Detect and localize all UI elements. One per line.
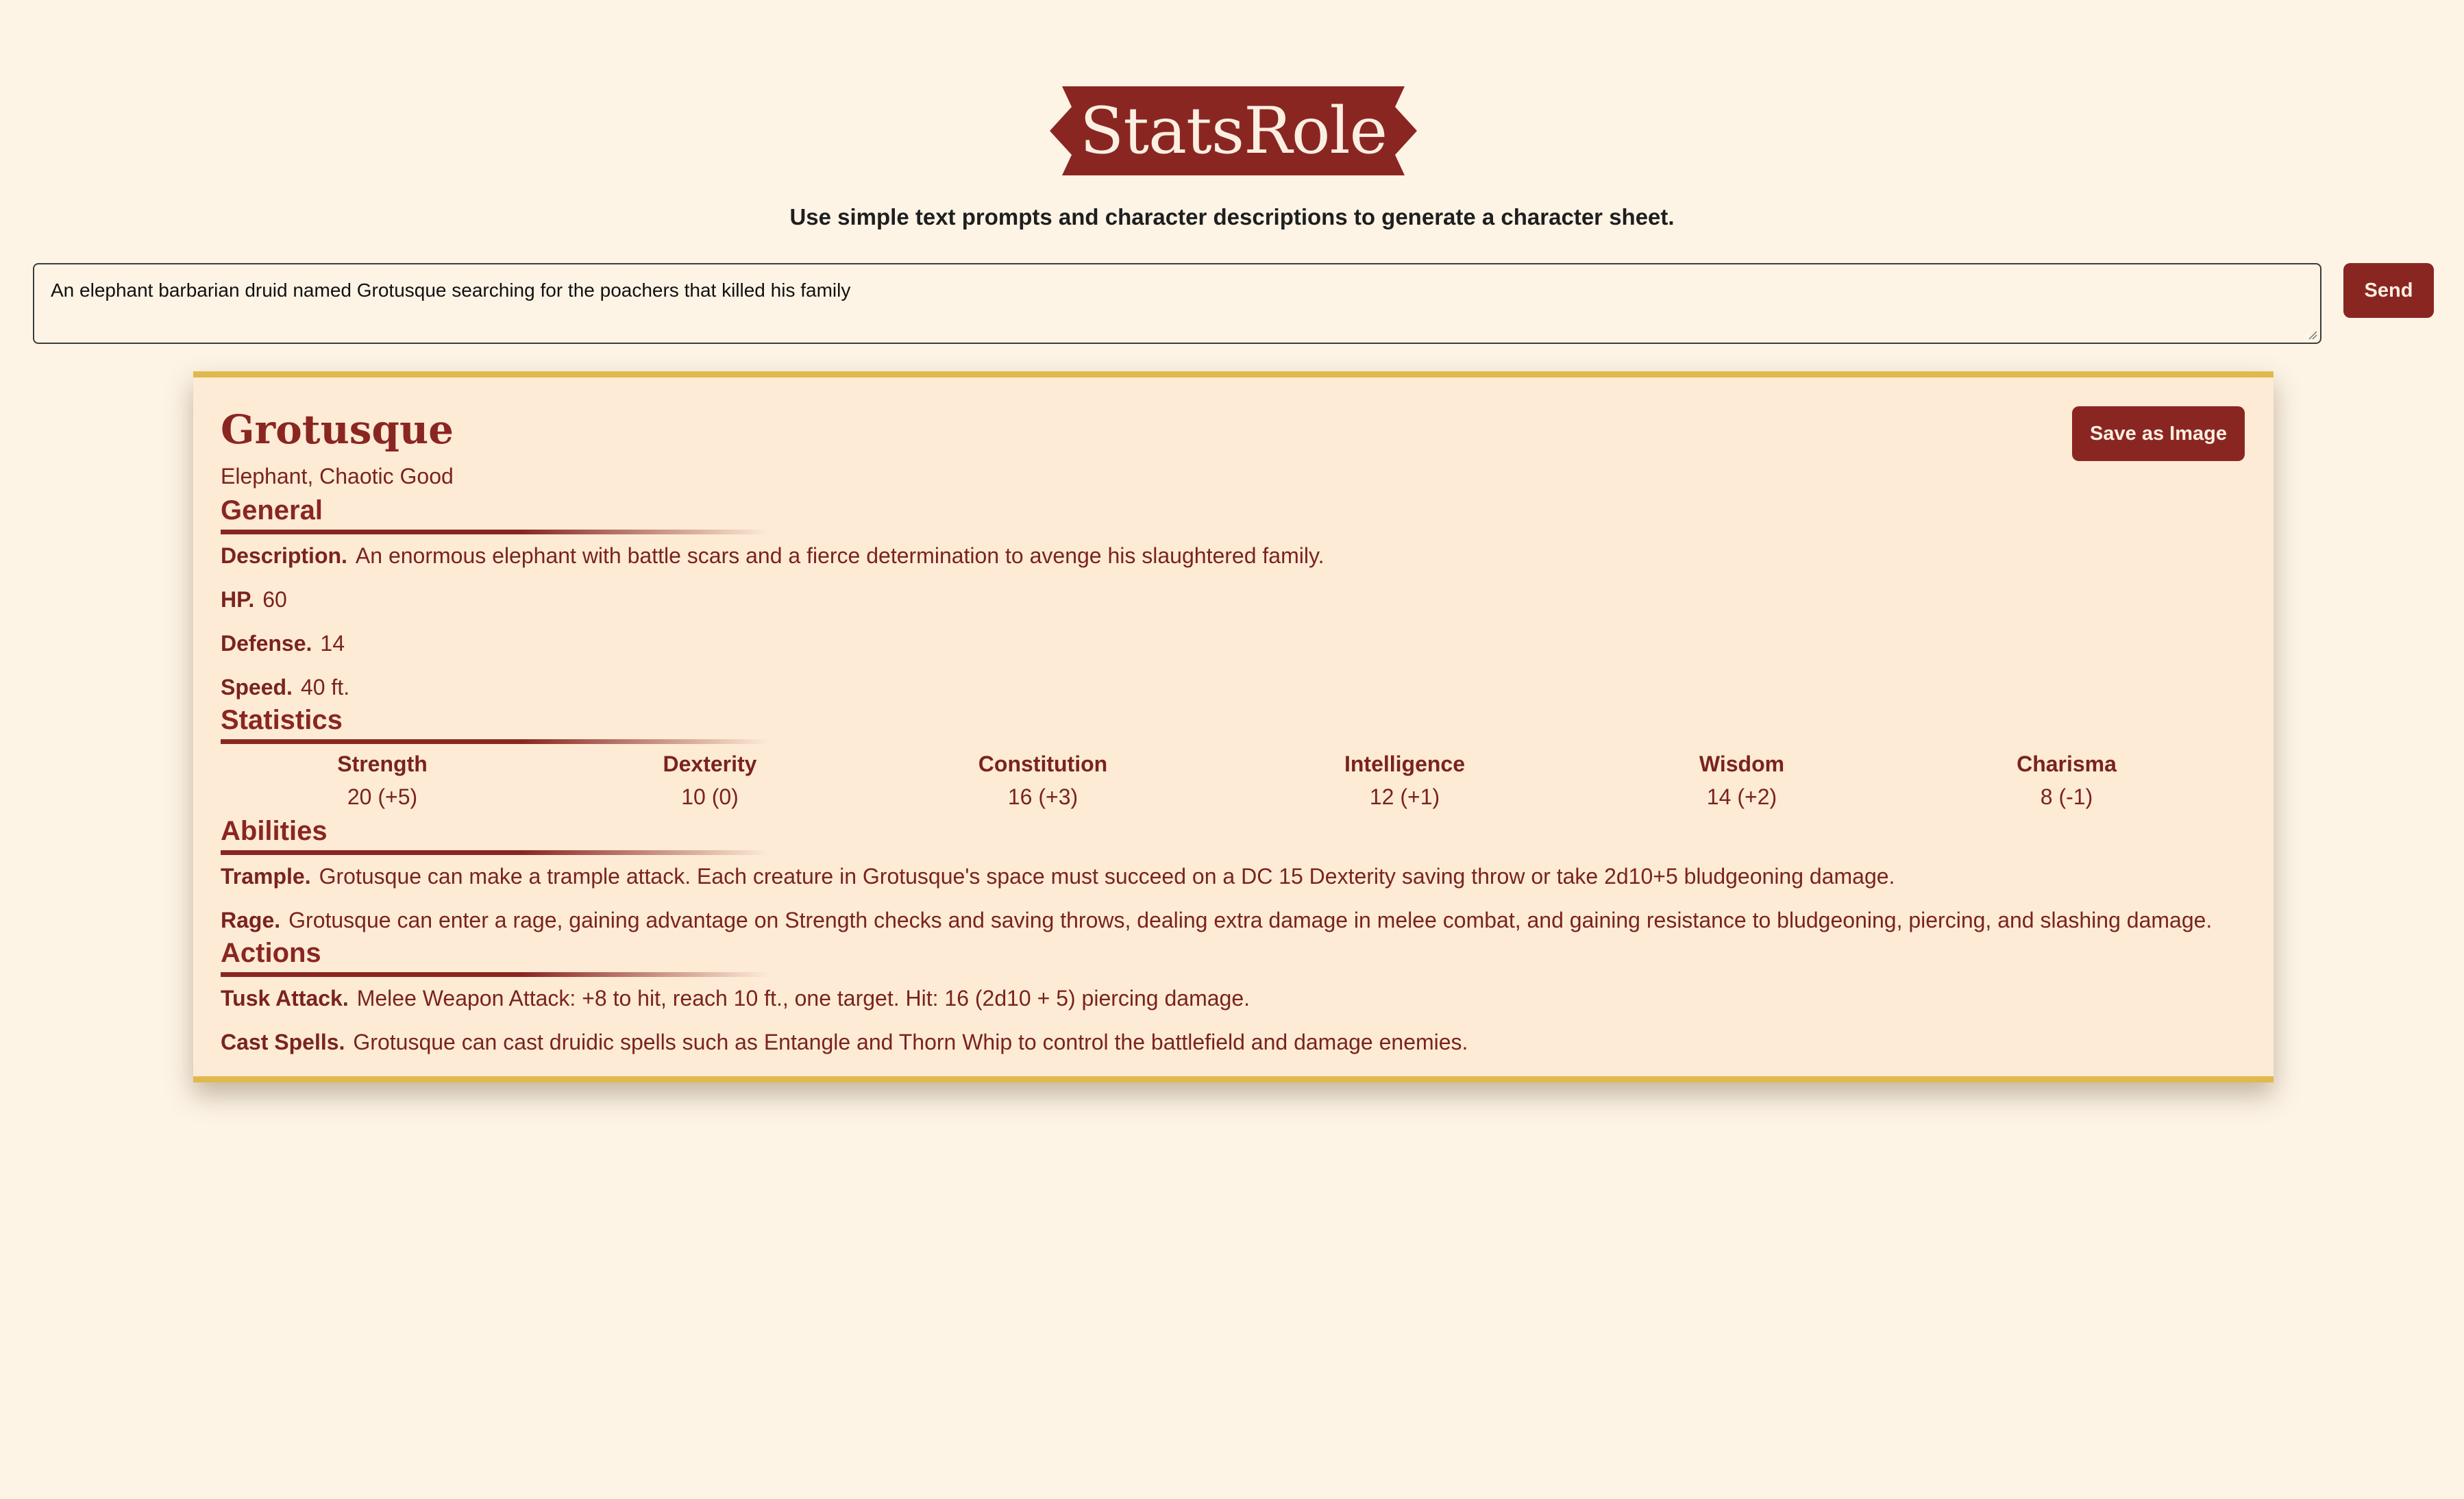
prop-label: Description.: [221, 543, 347, 568]
section-title-general: General: [221, 495, 323, 525]
stat-intelligence-value: 12 (+1): [1369, 784, 1440, 809]
send-button[interactable]: Send: [2343, 263, 2434, 318]
stat-dexterity-label: Dexterity: [663, 752, 757, 776]
character-name: Grotusque: [221, 406, 454, 453]
stat-strength-label: Strength: [337, 752, 428, 776]
section-title-actions: Actions: [221, 938, 321, 968]
prop-value: An enormous elephant with battle scars a…: [355, 543, 1325, 568]
prompt-input[interactable]: An elephant barbarian druid named Grotus…: [33, 263, 2321, 344]
prop-value: 14: [320, 631, 345, 656]
ability-text: Grotusque can make a trample attack. Eac…: [319, 864, 1895, 889]
character-sheet: Grotusque Elephant, Chaotic Good Save as…: [193, 371, 2274, 1082]
logo: StatsRole: [1050, 86, 1417, 175]
prop-speed: Speed. 40 ft.: [221, 675, 349, 700]
stat-charisma-value: 8 (-1): [2040, 784, 2093, 809]
ability-label: Trample.: [221, 864, 311, 889]
stat-constitution-value: 16 (+3): [1007, 784, 1079, 809]
ability-label: Rage.: [221, 908, 281, 932]
resize-grip-icon[interactable]: [2308, 330, 2317, 340]
stat-constitution-label: Constitution: [978, 752, 1108, 776]
stat-charisma-label: Charisma: [2017, 752, 2117, 776]
save-as-image-button[interactable]: Save as Image: [2072, 406, 2245, 461]
ability-trample: Trample. Grotusque can make a trample att…: [221, 864, 1895, 889]
ability-text: Grotusque can enter a rage, gaining adva…: [288, 908, 2213, 932]
logo-text: StatsRole: [1079, 93, 1388, 169]
prop-label: Defense.: [221, 631, 312, 656]
prop-label: HP.: [221, 587, 255, 612]
action-text: Grotusque can cast druidic spells such a…: [353, 1030, 1468, 1054]
stat-wisdom-value: 14 (+2): [1706, 784, 1777, 809]
section-divider: [221, 972, 769, 977]
section-divider: [221, 850, 769, 855]
prop-defense: Defense. 14: [221, 631, 345, 656]
action-label: Cast Spells.: [221, 1030, 345, 1054]
tagline: Use simple text prompts and character de…: [789, 204, 1675, 230]
action-cast-spells: Cast Spells. Grotusque can cast druidic s…: [221, 1030, 1468, 1055]
prop-label: Speed.: [221, 675, 293, 699]
section-title-statistics: Statistics: [221, 705, 343, 735]
character-subtitle: Elephant, Chaotic Good: [221, 464, 454, 488]
action-label: Tusk Attack.: [221, 986, 349, 1011]
stat-strength-value: 20 (+5): [347, 784, 418, 809]
stat-wisdom-label: Wisdom: [1699, 752, 1785, 776]
prop-value: 60: [262, 587, 287, 612]
stat-dexterity-value: 10 (0): [681, 784, 739, 809]
action-text: Melee Weapon Attack: +8 to hit, reach 10…: [356, 986, 1251, 1011]
prop-value: 40 ft.: [300, 675, 350, 699]
action-tusk-attack: Tusk Attack. Melee Weapon Attack: +8 to h…: [221, 986, 1250, 1011]
prop-description: Description. An enormous elephant with ba…: [221, 543, 1324, 569]
ability-rage: Rage. Grotusque can enter a rage, gaining…: [221, 908, 2212, 933]
prop-hp: HP. 60: [221, 587, 287, 612]
section-divider: [221, 739, 769, 744]
stat-intelligence-label: Intelligence: [1344, 752, 1466, 776]
section-divider: [221, 530, 769, 534]
section-title-abilities: Abilities: [221, 816, 328, 846]
